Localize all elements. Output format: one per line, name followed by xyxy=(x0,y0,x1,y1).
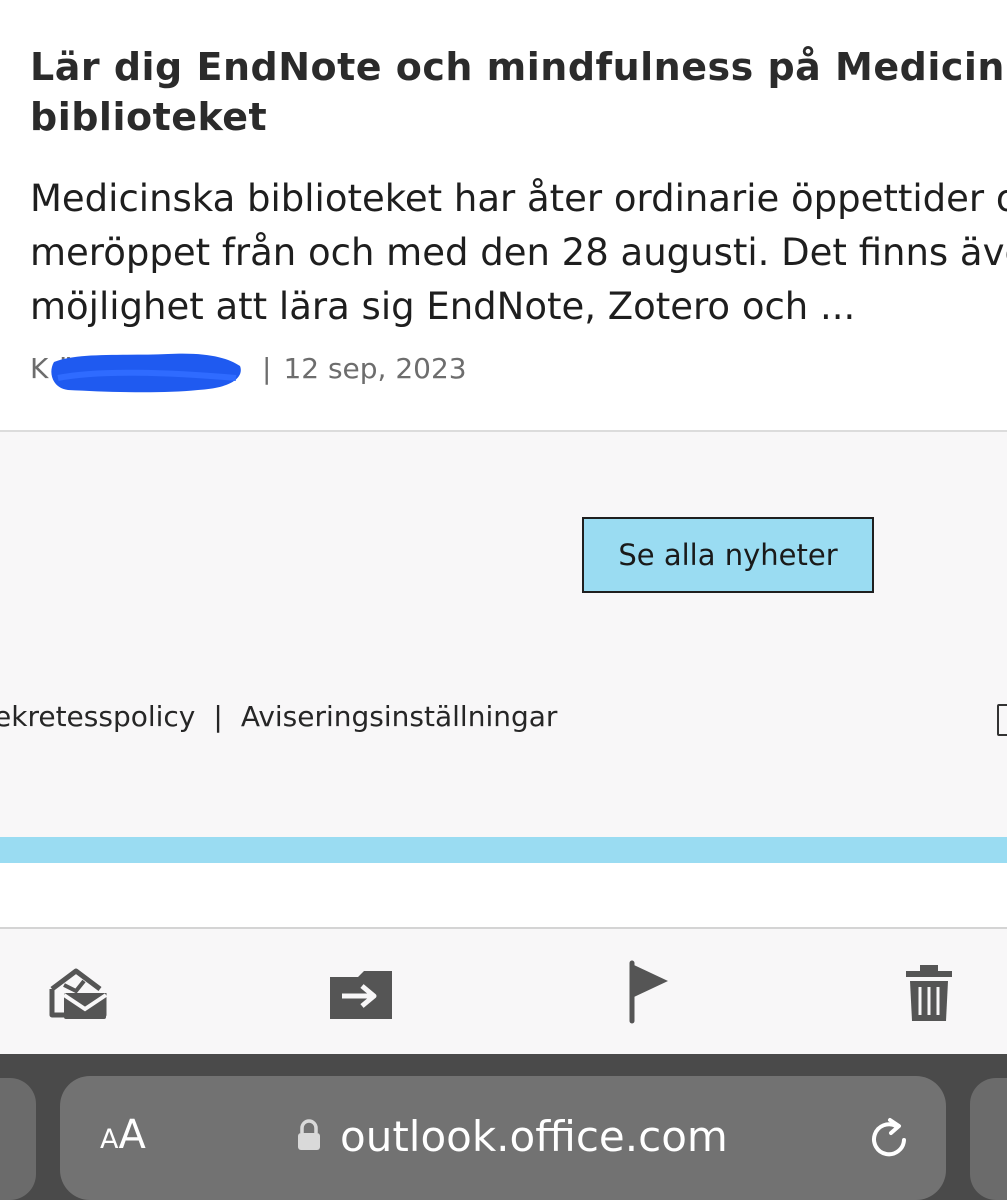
next-tab-peek[interactable] xyxy=(970,1078,1007,1200)
browser-address-bar: AA outlook.office.com xyxy=(0,1054,1007,1200)
mark-read-button[interactable] xyxy=(42,959,112,1025)
delete-button[interactable] xyxy=(894,959,964,1025)
footer-link-separator: | xyxy=(213,700,223,733)
newsletter-footer: Se alla nyheter ekretesspolicy | Avisering… xyxy=(0,432,1007,837)
article-excerpt-line-3: möjlighet att lära sig EndNote, Zotero o… xyxy=(30,285,856,328)
article-date: 12 sep, 2023 xyxy=(283,352,467,385)
redaction-scribble xyxy=(51,353,241,393)
url-field[interactable]: AA outlook.office.com xyxy=(60,1076,946,1200)
notification-settings-link[interactable]: Aviseringsinställningar xyxy=(241,700,558,733)
footer-spacer xyxy=(0,863,1007,927)
flag-icon xyxy=(629,960,668,1024)
flag-button[interactable] xyxy=(616,959,686,1025)
news-article[interactable]: Lär dig EndNote och mindfulness på Medic… xyxy=(0,0,1007,430)
mark-read-icon xyxy=(49,968,108,1019)
article-title-line-1[interactable]: Lär dig EndNote och mindfulness på Medic… xyxy=(30,42,1007,92)
text-size-small-a: A xyxy=(100,1124,119,1155)
meta-separator: | xyxy=(262,352,272,385)
privacy-policy-link[interactable]: ekretesspolicy xyxy=(0,700,195,733)
text-size-large-a: A xyxy=(118,1112,146,1158)
previous-tab-peek[interactable] xyxy=(0,1078,36,1200)
footer-links: ekretesspolicy | Aviseringsinställningar xyxy=(0,700,557,733)
see-all-news-button[interactable]: Se alla nyheter xyxy=(582,517,874,593)
trash-icon xyxy=(906,965,952,1021)
move-to-folder-icon xyxy=(330,971,392,1019)
text-size-button[interactable]: AA xyxy=(100,1112,146,1158)
article-excerpt-line-2: meröppet från och med den 28 augusti. De… xyxy=(30,231,1007,274)
url-text[interactable]: outlook.office.com xyxy=(340,1112,728,1161)
message-action-toolbar xyxy=(0,929,1007,1054)
move-button[interactable] xyxy=(326,959,396,1025)
article-excerpt: Medicinska biblioteket har åter ordinari… xyxy=(30,172,1007,334)
reload-icon[interactable] xyxy=(866,1116,912,1162)
article-excerpt-line-1: Medicinska biblioteket har åter ordinari… xyxy=(30,177,1007,220)
accent-bar xyxy=(0,837,1007,863)
article-title-line-2[interactable]: biblioteket xyxy=(30,92,1007,142)
email-view: Lär dig EndNote och mindfulness på Medic… xyxy=(0,0,1007,1200)
article-title[interactable]: Lär dig EndNote och mindfulness på Medic… xyxy=(30,42,1007,142)
partial-box-icon xyxy=(997,704,1007,736)
lock-icon xyxy=(298,1119,320,1150)
